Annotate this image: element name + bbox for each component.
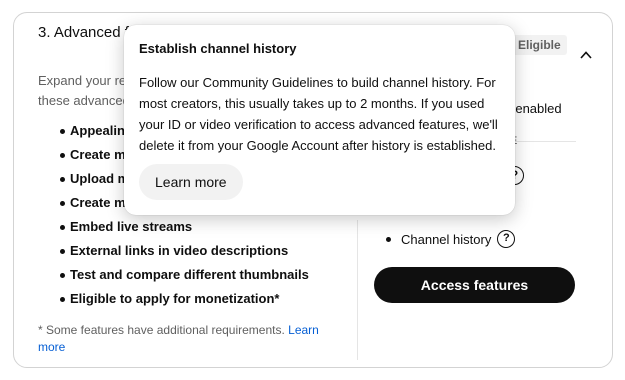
feature-item: External links in video descriptions [42, 241, 342, 265]
feature-item: Eligible to apply for monetization* [42, 289, 342, 313]
footnote: * Some features have additional requirem… [38, 322, 338, 356]
channel-history-tooltip: Establish channel history Follow our Com… [124, 25, 515, 215]
tooltip-title: Establish channel history [139, 41, 297, 56]
chevron-up-icon[interactable] [580, 49, 592, 61]
intro-line-2: these advanced features [38, 93, 126, 108]
tooltip-body: Follow our Community Guidelines to build… [139, 75, 498, 153]
footnote-text: * Some features have additional requirem… [38, 323, 289, 337]
intro-line-1: Expand your reach [38, 73, 126, 88]
intro-text: Expand your reach these advanced feature… [38, 71, 126, 111]
access-features-button[interactable]: Access features [374, 267, 575, 303]
eligible-badge: Eligible [512, 35, 567, 55]
channel-history-label: Channel history [401, 231, 492, 247]
bullet-icon [386, 236, 391, 242]
feature-item: Test and compare different thumbnails [42, 265, 342, 289]
tooltip-learn-more-button[interactable]: Learn more [139, 164, 243, 200]
feature-item: Embed live streams [42, 217, 342, 241]
column-divider [357, 220, 358, 360]
requirement-channel-history: Channel history ? [386, 230, 516, 248]
channel-history-help-icon[interactable]: ? [497, 230, 516, 248]
